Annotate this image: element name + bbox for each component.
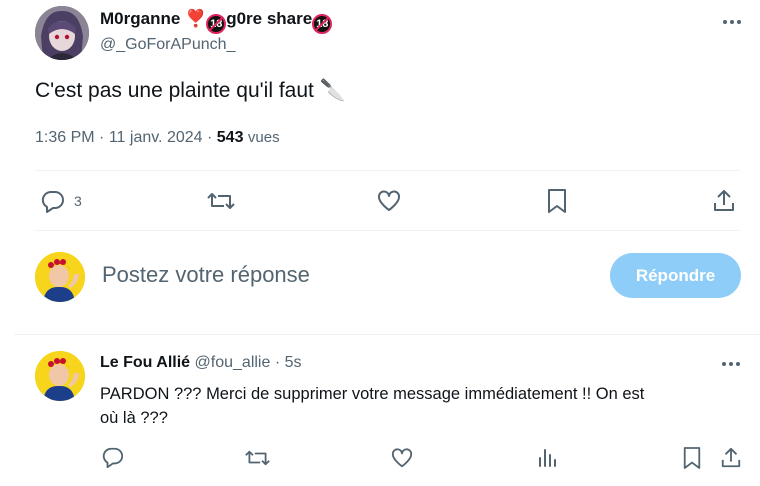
tweet-meta: 1:36 PM · 11 janv. 2024 · 543 vues bbox=[35, 129, 280, 147]
meta-separator: · bbox=[274, 354, 281, 371]
more-options-icon[interactable] bbox=[722, 12, 742, 32]
reply-button[interactable]: Répondre bbox=[610, 253, 741, 298]
reply-text-line: où là ??? bbox=[100, 409, 168, 427]
reply-share-icon[interactable] bbox=[720, 446, 742, 470]
heart-exclamation-emoji: ❣️ bbox=[185, 9, 207, 28]
reply-bookmark-icon[interactable] bbox=[682, 446, 702, 470]
reply-text: PARDON ??? Merci de supprimer votre mess… bbox=[100, 382, 745, 430]
no-under-18-icon-2: 18 bbox=[312, 14, 333, 34]
author-handle[interactable]: @_GoForAPunch_ bbox=[100, 36, 235, 54]
author-name-suffix: g0re share bbox=[226, 9, 313, 28]
tweet-text: C'est pas une plainte qu'il faut 🔪 bbox=[35, 79, 346, 102]
tweet-time[interactable]: 1:36 PM bbox=[35, 129, 95, 146]
reply-header: Le Fou Allié @fou_allie · 5s bbox=[100, 354, 302, 372]
reply-icon bbox=[41, 190, 64, 213]
like-icon[interactable] bbox=[376, 189, 402, 213]
divider bbox=[35, 170, 740, 171]
reply-action[interactable]: 3 bbox=[40, 189, 82, 213]
bookmark-icon[interactable] bbox=[546, 188, 568, 214]
reply-like-icon[interactable] bbox=[390, 447, 414, 469]
reply-count: 3 bbox=[74, 193, 82, 209]
no-under-18-icon: 18 bbox=[206, 14, 227, 34]
reply-author-name[interactable]: Le Fou Allié bbox=[100, 354, 190, 371]
reply-text-line: PARDON ??? Merci de supprimer votre mess… bbox=[100, 385, 645, 403]
reply-author-avatar[interactable] bbox=[35, 351, 85, 401]
author-display-name[interactable]: M0rganne bbox=[100, 9, 180, 28]
meta-separator: · bbox=[206, 129, 213, 146]
views-count: 543 bbox=[216, 129, 244, 146]
author-name-row[interactable]: M0rganne ❣️ 18 g0re share 18 bbox=[100, 9, 333, 34]
reply-input[interactable]: Postez votre réponse bbox=[102, 262, 582, 288]
divider bbox=[14, 334, 760, 335]
reply-retweet-icon[interactable] bbox=[244, 447, 271, 469]
reply-author-handle[interactable]: @fou_allie bbox=[195, 354, 271, 371]
views-label: vues bbox=[247, 129, 280, 146]
reply-more-options-icon[interactable] bbox=[721, 354, 741, 374]
user-avatar[interactable] bbox=[35, 252, 85, 302]
reply-time[interactable]: 5s bbox=[285, 354, 302, 371]
author-avatar[interactable] bbox=[35, 6, 89, 60]
divider bbox=[35, 230, 740, 231]
reply-views-icon[interactable] bbox=[537, 446, 557, 468]
share-icon[interactable] bbox=[712, 188, 736, 214]
meta-separator: · bbox=[99, 129, 105, 146]
tweet-date[interactable]: 11 janv. 2024 bbox=[109, 129, 203, 146]
reply-reply-icon[interactable] bbox=[101, 446, 125, 468]
retweet-icon[interactable] bbox=[206, 189, 236, 213]
